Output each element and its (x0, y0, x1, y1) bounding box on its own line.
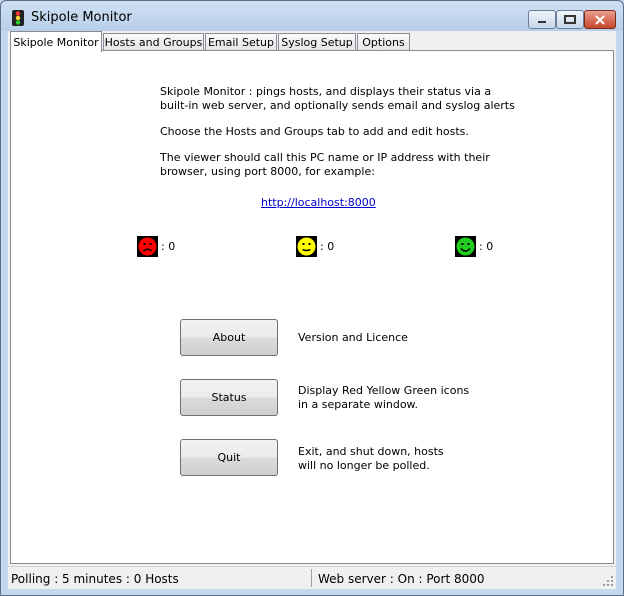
window-title: Skipole Monitor (31, 10, 132, 25)
tab-panel: Skipole Monitor : pings hosts, and displ… (10, 50, 614, 564)
tab-skipole-monitor[interactable]: Skipole Monitor (10, 31, 102, 52)
tab-syslog-setup[interactable]: Syslog Setup (278, 33, 356, 50)
viewer-text: browser, using port 8000, for example: (160, 165, 375, 178)
status-button[interactable]: Status (180, 379, 278, 416)
webserver-status: Web server : On : Port 8000 (318, 571, 485, 586)
minimize-button[interactable] (528, 10, 556, 29)
status-desc-line: Display Red Yellow Green icons (298, 384, 470, 397)
tab-email-setup[interactable]: Email Setup (205, 33, 277, 50)
red-status: : 0 (137, 236, 175, 257)
about-description: Version and Licence (298, 331, 408, 345)
neutral-face-icon (296, 236, 317, 257)
tab-hosts-and-groups[interactable]: Hosts and Groups (103, 33, 204, 50)
quit-desc-line: Exit, and shut down, hosts (298, 445, 444, 458)
happy-face-icon (455, 236, 476, 257)
maximize-button[interactable] (556, 10, 584, 29)
status-bar: Polling : 5 minutes : 0 Hosts Web server… (8, 566, 616, 589)
green-status: : 0 (455, 236, 493, 257)
viewer-text: The viewer should call this PC name or I… (160, 151, 490, 164)
traffic-light-icon (12, 10, 24, 26)
client-area: Skipole Monitor Hosts and Groups Email S… (8, 31, 616, 589)
green-count: : 0 (479, 240, 494, 253)
about-button[interactable]: About (180, 319, 278, 356)
quit-button[interactable]: Quit (180, 439, 278, 476)
main-window: Skipole Monitor Skipole Monitor Hosts an… (0, 0, 624, 596)
red-count: : 0 (161, 240, 176, 253)
tab-options[interactable]: Options (357, 33, 410, 50)
status-desc-line: in a separate window. (298, 398, 419, 411)
maximize-icon (564, 15, 576, 24)
close-icon (595, 14, 605, 25)
quit-desc-line: will no longer be polled. (298, 459, 430, 472)
localhost-link[interactable]: http://localhost:8000 (261, 196, 376, 209)
status-divider (311, 569, 312, 587)
description-line: Skipole Monitor : pings hosts, and displ… (160, 85, 492, 98)
minimize-icon (538, 20, 546, 23)
description-line: built-in web server, and optionally send… (160, 99, 515, 112)
sad-face-icon (137, 236, 158, 257)
description-block: Skipole Monitor : pings hosts, and displ… (160, 85, 560, 191)
title-bar[interactable]: Skipole Monitor (1, 1, 623, 31)
instructions-text: Choose the Hosts and Groups tab to add a… (160, 125, 469, 138)
about-desc-line: Version and Licence (298, 331, 408, 344)
yellow-status: : 0 (296, 236, 334, 257)
quit-description: Exit, and shut down, hosts will no longe… (298, 445, 444, 473)
yellow-count: : 0 (320, 240, 335, 253)
status-description: Display Red Yellow Green icons in a sepa… (298, 384, 469, 412)
close-button[interactable] (584, 10, 616, 29)
polling-status: Polling : 5 minutes : 0 Hosts (11, 571, 179, 586)
resize-grip-icon[interactable] (602, 575, 614, 587)
tab-strip: Skipole Monitor Hosts and Groups Email S… (10, 31, 614, 52)
